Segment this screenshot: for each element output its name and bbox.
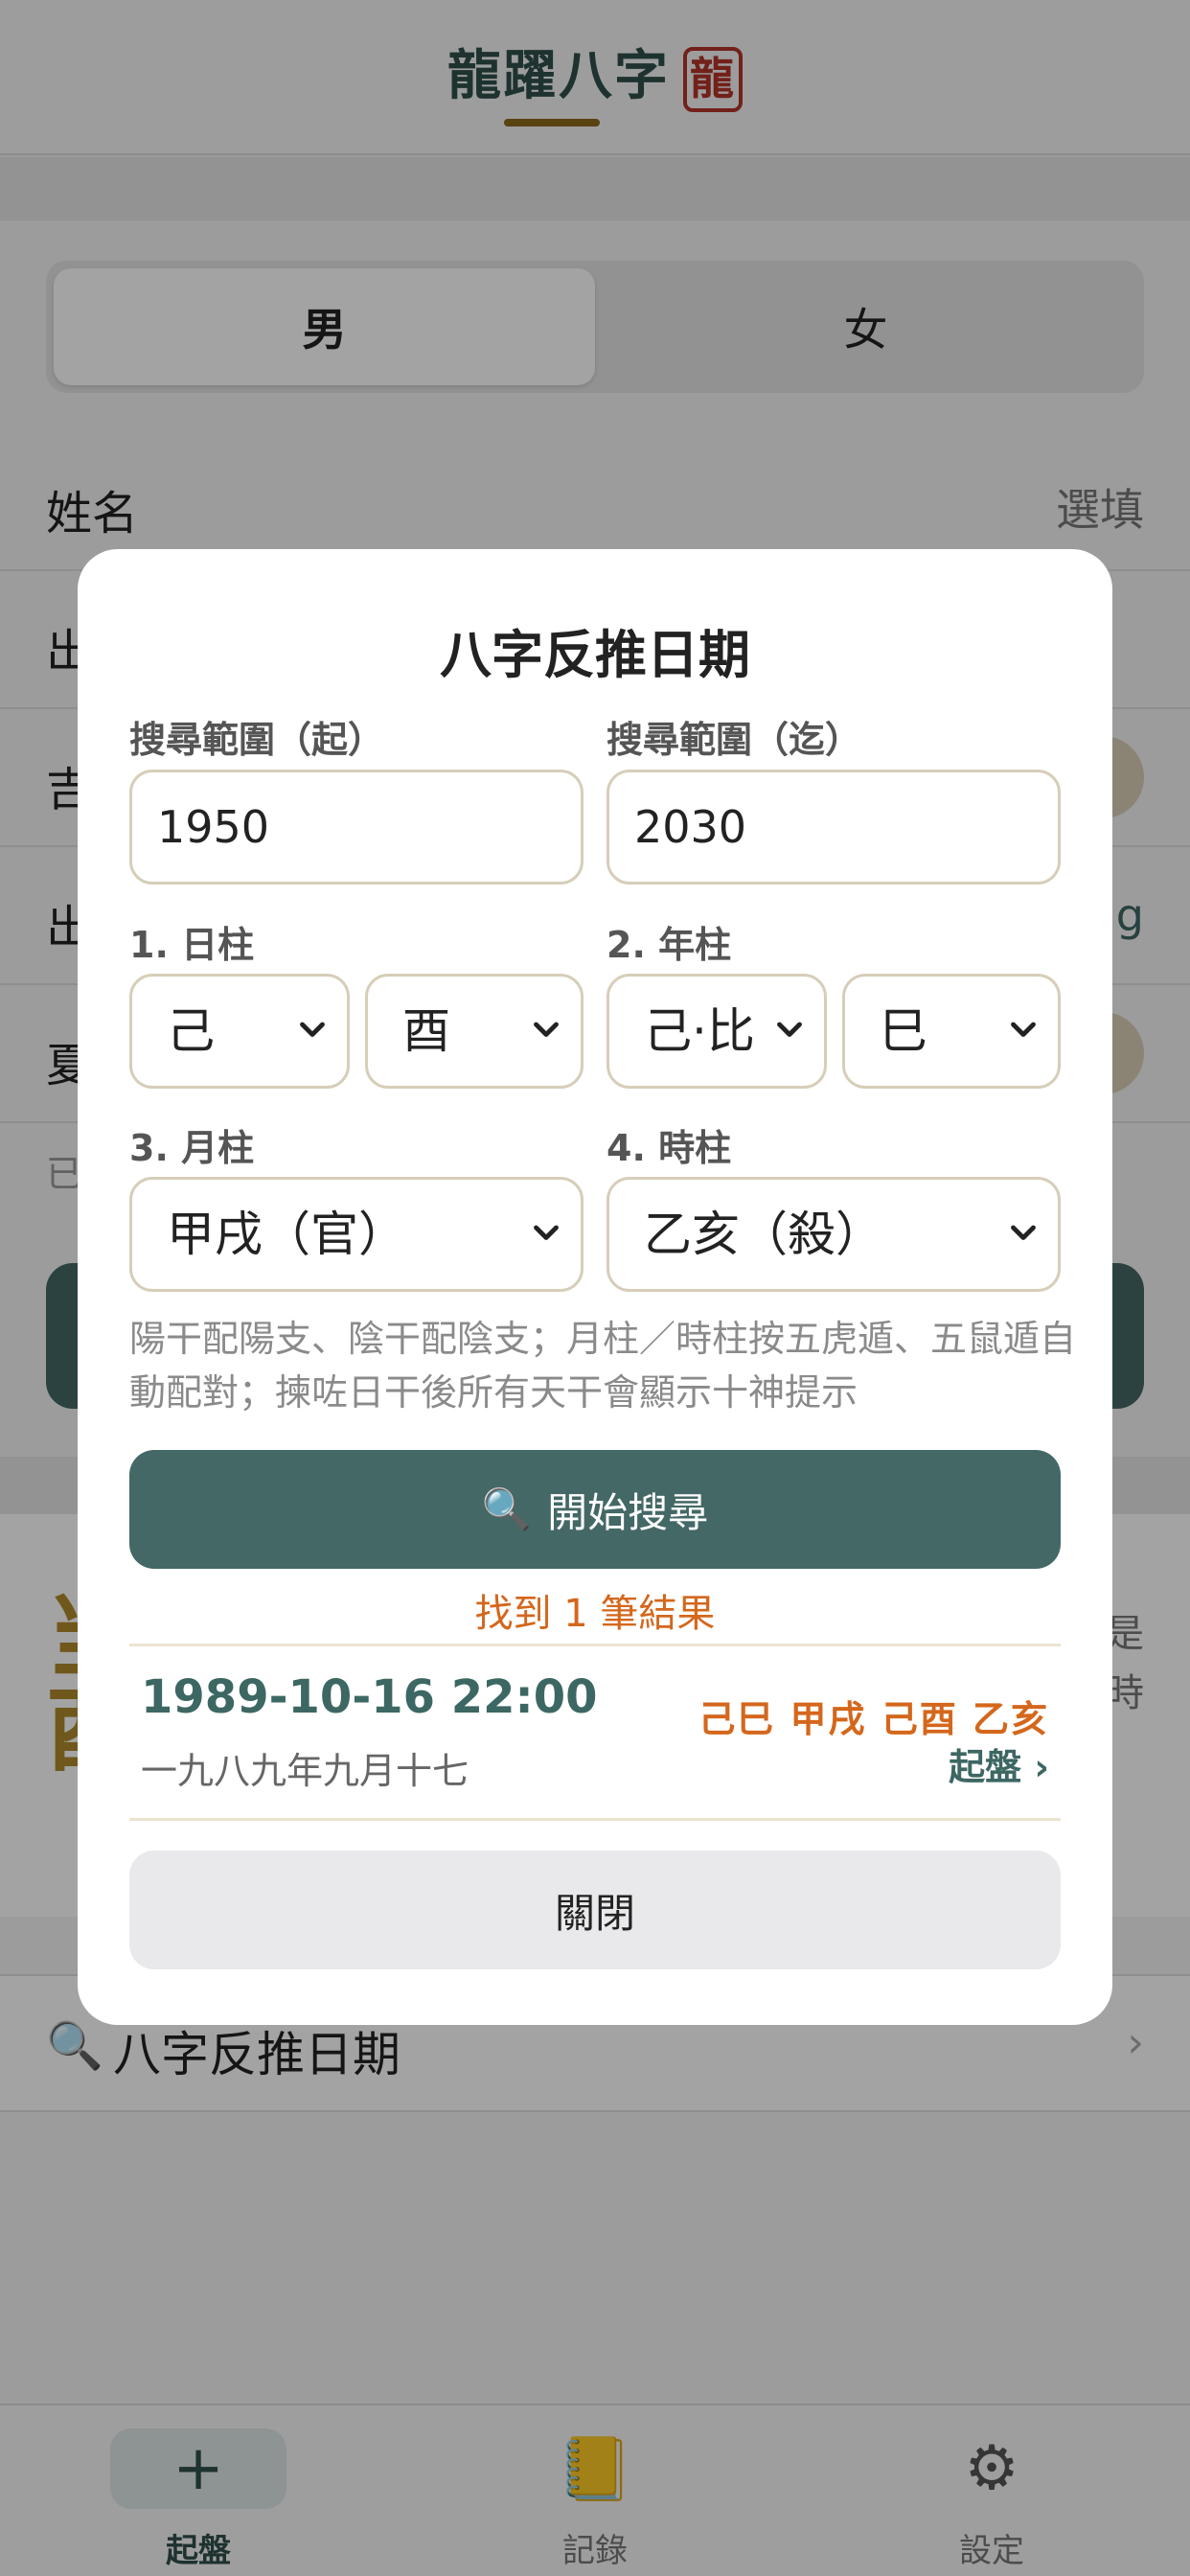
result-count: 找到 1 筆結果 bbox=[474, 1592, 716, 1636]
chevron-down-icon bbox=[1011, 1225, 1036, 1240]
close-button[interactable]: 關閉 bbox=[129, 1851, 1061, 1969]
chevron-down-icon bbox=[300, 1022, 325, 1037]
day-pillar-label: 1. 日柱 bbox=[129, 924, 255, 966]
range-start-input[interactable]: 1950 bbox=[129, 770, 584, 885]
reverse-lookup-modal: 八字反推日期 搜尋範圍（起） 搜尋範圍（迄） 1950 2030 1. 日柱 2… bbox=[78, 549, 1112, 2025]
range-end-label: 搜尋範圍（迄） bbox=[606, 719, 862, 761]
result-pillars: 己巳 甲戌 己酉 乙亥 bbox=[698, 1698, 1049, 1740]
result-date: 1989-10-16 22:00 bbox=[141, 1670, 598, 1724]
chevron-down-icon bbox=[534, 1225, 559, 1240]
year-pillar-label: 2. 年柱 bbox=[606, 924, 732, 966]
range-end-input[interactable]: 2030 bbox=[606, 770, 1061, 885]
year-branch-select[interactable]: 巳 bbox=[842, 974, 1061, 1089]
day-branch-select[interactable]: 酉 bbox=[365, 974, 584, 1089]
chevron-down-icon bbox=[534, 1022, 559, 1037]
day-branch-value: 酉 bbox=[402, 1003, 450, 1059]
hour-pillar-value: 乙亥（殺） bbox=[644, 1207, 883, 1262]
month-pillar-value: 甲戌（官） bbox=[167, 1207, 406, 1262]
day-stem-select[interactable]: 己 bbox=[129, 974, 350, 1089]
search-icon: 🔍 bbox=[481, 1485, 533, 1532]
modal-title: 八字反推日期 bbox=[440, 625, 750, 685]
divider bbox=[129, 1818, 1061, 1821]
hour-pillar-select[interactable]: 乙亥（殺） bbox=[606, 1177, 1061, 1292]
divider bbox=[129, 1644, 1061, 1646]
chevron-down-icon bbox=[1011, 1022, 1036, 1037]
chevron-down-icon bbox=[777, 1022, 802, 1037]
month-pillar-select[interactable]: 甲戌（官） bbox=[129, 1177, 584, 1292]
year-branch-value: 巳 bbox=[880, 1003, 927, 1059]
day-stem-value: 己 bbox=[167, 1003, 215, 1059]
year-stem-value: 己·比 bbox=[644, 1003, 755, 1059]
year-stem-select[interactable]: 己·比 bbox=[606, 974, 827, 1089]
month-pillar-label: 3. 月柱 bbox=[129, 1127, 255, 1169]
start-search-button[interactable]: 🔍 開始搜尋 bbox=[129, 1450, 1061, 1569]
open-chart-link[interactable]: 起盤 › bbox=[949, 1737, 1049, 1790]
range-start-label: 搜尋範圍（起） bbox=[129, 719, 385, 761]
hour-pillar-label: 4. 時柱 bbox=[606, 1127, 732, 1169]
pairing-note: 陽干配陽支、陰干配陰支；月柱／時柱按五虎遁、五鼠遁自動配對；揀咗日干後所有天干會… bbox=[129, 1318, 1077, 1414]
search-button-label: 開始搜尋 bbox=[547, 1488, 709, 1536]
result-lunar-date: 一九八九年九月十七 bbox=[141, 1750, 469, 1792]
